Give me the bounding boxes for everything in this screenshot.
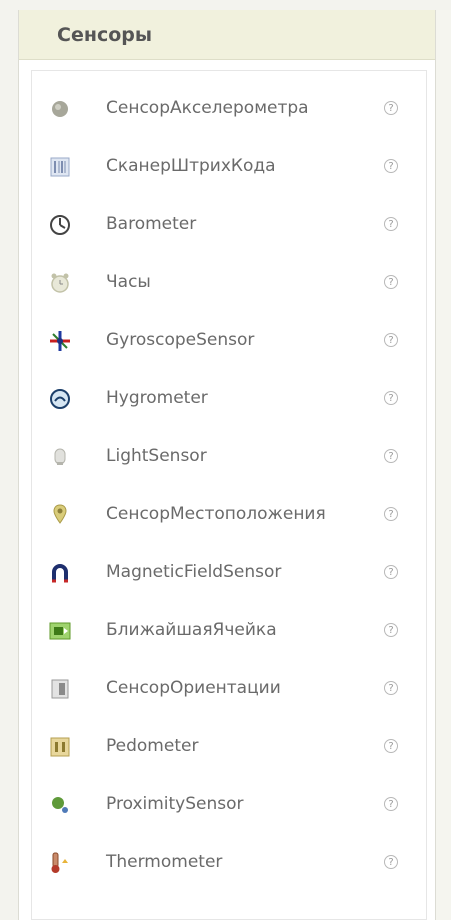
component-label: ProximitySensor xyxy=(106,794,244,814)
component-item-orientation-sensor[interactable]: СенсорОриентации ? xyxy=(32,667,426,711)
component-label: LightSensor xyxy=(106,446,207,466)
light-sensor-icon xyxy=(48,445,72,469)
component-item-accelerometer[interactable]: СенсорАкселерометра ? xyxy=(32,87,426,131)
component-label: СенсорМестоположения xyxy=(106,504,326,524)
component-list: СенсорАкселерометра ? СканерШтрихКода ? … xyxy=(31,70,427,920)
help-icon[interactable]: ? xyxy=(384,623,398,637)
component-label: Barometer xyxy=(106,214,197,234)
help-icon[interactable]: ? xyxy=(384,333,398,347)
component-label: СенсорАкселерометра xyxy=(106,98,309,118)
component-label: Thermometer xyxy=(106,852,223,872)
help-icon[interactable]: ? xyxy=(384,159,398,173)
hygrometer-icon xyxy=(48,387,72,411)
component-label: СенсорОриентации xyxy=(106,678,281,698)
component-item-location-sensor[interactable]: СенсорМестоположения ? xyxy=(32,493,426,537)
sensors-palette: Сенсоры СенсорАкселерометра ? СканерШтри… xyxy=(18,10,436,920)
thermometer-icon xyxy=(48,851,72,875)
component-item-thermometer[interactable]: Thermometer ? xyxy=(32,841,426,885)
help-icon[interactable]: ? xyxy=(384,507,398,521)
component-label: СканерШтрихКода xyxy=(106,156,276,176)
clock-icon xyxy=(48,271,72,295)
palette-title: Сенсоры xyxy=(57,24,153,46)
help-icon[interactable]: ? xyxy=(384,565,398,579)
component-item-magnetic-field[interactable]: MagneticFieldSensor ? xyxy=(32,551,426,595)
orientation-sensor-icon xyxy=(48,677,72,701)
help-icon[interactable]: ? xyxy=(384,391,398,405)
gyroscope-icon xyxy=(48,329,72,353)
help-icon[interactable]: ? xyxy=(384,449,398,463)
nearfield-icon xyxy=(48,619,72,643)
help-icon[interactable]: ? xyxy=(384,275,398,289)
proximity-sensor-icon xyxy=(48,793,72,817)
palette-header[interactable]: Сенсоры xyxy=(19,10,435,60)
location-sensor-icon xyxy=(48,503,72,527)
help-icon[interactable]: ? xyxy=(384,101,398,115)
pedometer-icon xyxy=(48,735,72,759)
component-item-clock[interactable]: Часы ? xyxy=(32,261,426,305)
component-item-gyroscope[interactable]: GyroscopeSensor ? xyxy=(32,319,426,363)
magnet-icon xyxy=(48,561,72,585)
help-icon[interactable]: ? xyxy=(384,739,398,753)
component-label: Pedometer xyxy=(106,736,199,756)
barcode-scanner-icon xyxy=(48,155,72,179)
component-item-barometer[interactable]: Barometer ? xyxy=(32,203,426,247)
panel-right-edge xyxy=(436,10,451,920)
accelerometer-icon xyxy=(48,97,72,121)
component-label: БлижайшаяЯчейка xyxy=(106,620,277,640)
component-label: MagneticFieldSensor xyxy=(106,562,282,582)
component-item-nearfield[interactable]: БлижайшаяЯчейка ? xyxy=(32,609,426,653)
component-item-hygrometer[interactable]: Hygrometer ? xyxy=(32,377,426,421)
component-item-light-sensor[interactable]: LightSensor ? xyxy=(32,435,426,479)
component-item-pedometer[interactable]: Pedometer ? xyxy=(32,725,426,769)
help-icon[interactable]: ? xyxy=(384,855,398,869)
help-icon[interactable]: ? xyxy=(384,681,398,695)
help-icon[interactable]: ? xyxy=(384,217,398,231)
component-label: Hygrometer xyxy=(106,388,208,408)
help-icon[interactable]: ? xyxy=(384,797,398,811)
barometer-icon xyxy=(48,213,72,237)
component-label: Часы xyxy=(106,272,151,292)
component-item-barcode-scanner[interactable]: СканерШтрихКода ? xyxy=(32,145,426,189)
component-label: GyroscopeSensor xyxy=(106,330,255,350)
component-item-proximity-sensor[interactable]: ProximitySensor ? xyxy=(32,783,426,827)
